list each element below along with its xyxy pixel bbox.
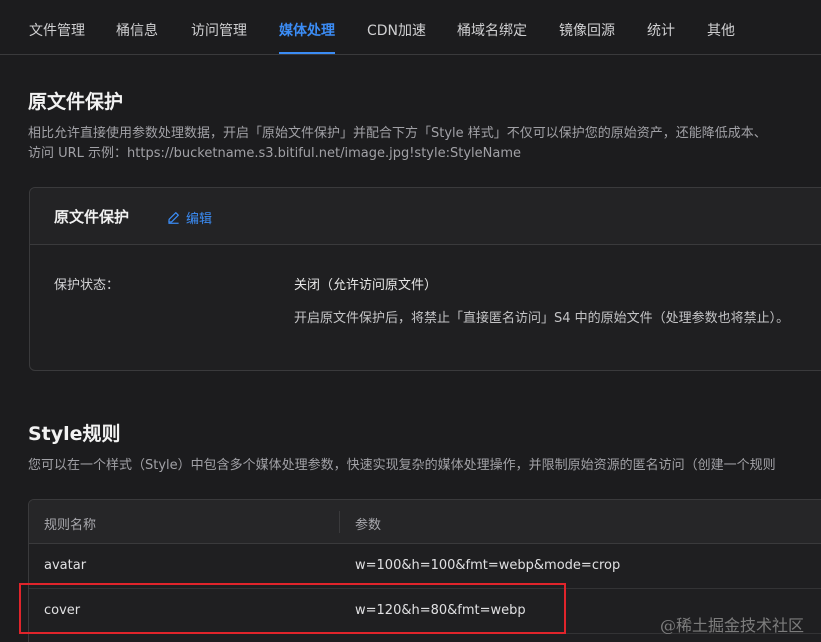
tab-domain-binding[interactable]: 桶域名绑定 — [457, 22, 527, 40]
protect-card: 原文件保护 编辑 保护状态： 关闭（允许访问原文件） 开启原文件保护后，将禁止「… — [29, 187, 821, 371]
watermark: @稀土掘金技术社区 — [660, 616, 805, 635]
active-tab-indicator — [279, 52, 335, 54]
table-header: 规则名称 参数 — [29, 500, 821, 544]
tab-statistics[interactable]: 统计 — [647, 22, 675, 40]
style-description: 您可以在一个样式（Style）中包含多个媒体处理参数，快速实现复杂的媒体处理操作… — [28, 458, 776, 473]
edit-button[interactable]: 编辑 — [167, 208, 212, 227]
tab-cdn[interactable]: CDN加速 — [367, 22, 426, 40]
tab-media-processing[interactable]: 媒体处理 — [279, 22, 335, 40]
column-header-rule-name[interactable]: 规则名称 — [44, 514, 96, 533]
protect-status-label: 保护状态： — [54, 278, 120, 293]
tab-bucket-info[interactable]: 桶信息 — [116, 22, 158, 40]
protect-status-note: 开启原文件保护后，将禁止「直接匿名访问」S4 中的原始文件（处理参数也将禁止）。 — [294, 311, 790, 326]
style-section-title: Style规则 — [28, 423, 121, 445]
rule-params-cell: w=100&h=100&fmt=webp&mode=crop — [355, 558, 621, 573]
tab-access-management[interactable]: 访问管理 — [191, 22, 247, 40]
rule-params-cell: w=120&h=80&fmt=webp — [355, 603, 526, 618]
column-divider[interactable] — [339, 511, 340, 533]
protect-status-value: 关闭（允许访问原文件） — [294, 278, 438, 293]
protect-url-example: 访问 URL 示例：https://bucketname.s3.bitiful.… — [28, 146, 521, 161]
tab-file-management[interactable]: 文件管理 — [29, 22, 85, 40]
edit-button-label: 编辑 — [186, 212, 213, 227]
tab-other[interactable]: 其他 — [707, 22, 735, 40]
tab-mirror-origin[interactable]: 镜像回源 — [559, 22, 615, 40]
tab-bar: 文件管理 桶信息 访问管理 媒体处理 CDN加速 桶域名绑定 镜像回源 统计 其… — [0, 0, 821, 55]
column-header-params[interactable]: 参数 — [355, 514, 381, 533]
rule-name-cell: avatar — [44, 558, 87, 573]
rule-name-cell: cover — [44, 603, 81, 618]
edit-icon — [168, 212, 179, 224]
page: 文件管理 桶信息 访问管理 媒体处理 CDN加速 桶域名绑定 镜像回源 统计 其… — [0, 0, 821, 642]
protect-description: 相比允许直接使用参数处理数据，开启「原始文件保护」并配合下方「Style 样式」… — [28, 126, 767, 141]
protect-card-title: 原文件保护 — [54, 208, 130, 226]
table-row[interactable]: avatar w=100&h=100&fmt=webp&mode=crop — [29, 544, 821, 589]
protect-section-title: 原文件保护 — [28, 91, 124, 113]
protect-card-header: 原文件保护 编辑 — [30, 188, 821, 245]
